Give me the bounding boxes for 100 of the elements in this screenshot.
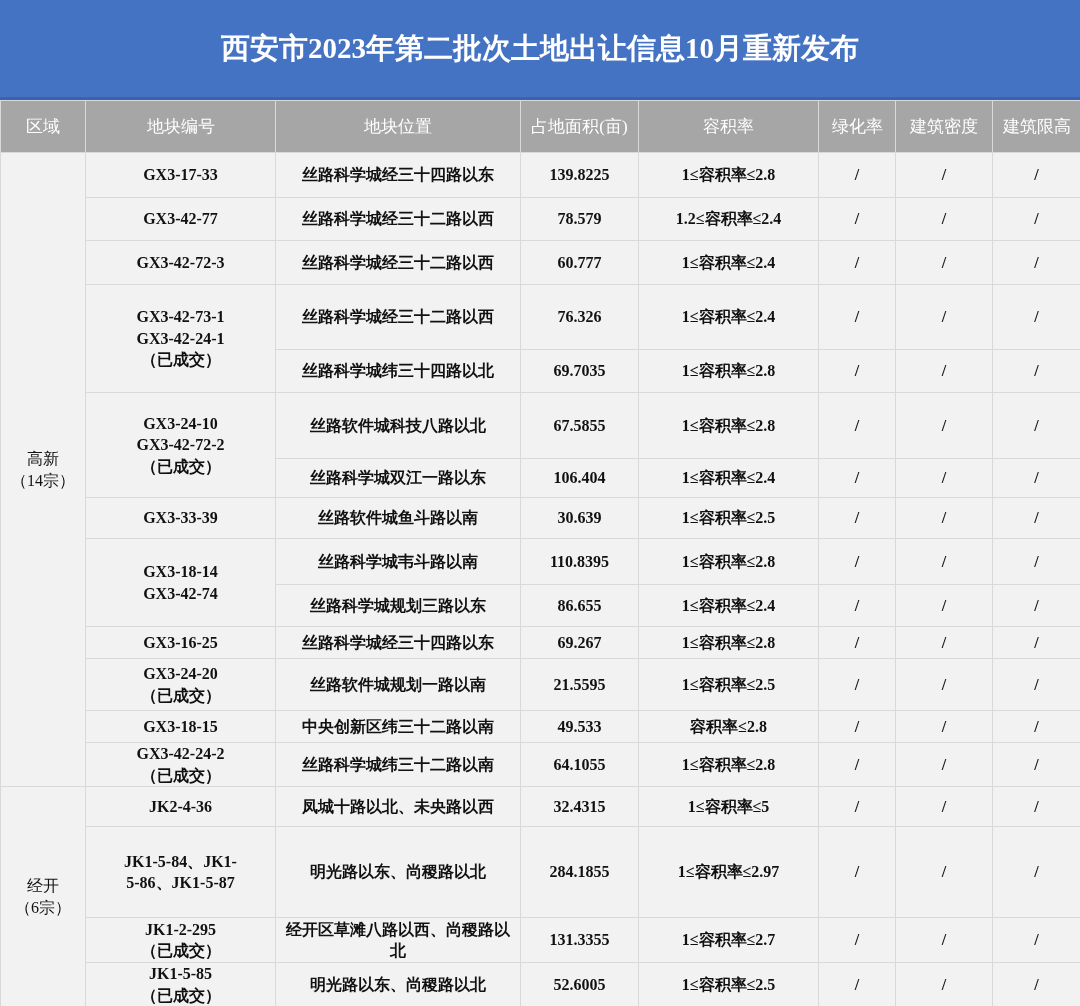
region-name: 高新	[26, 449, 60, 469]
table-cell: /	[818, 197, 896, 241]
table-cell: 中央创新区纬三十二路以南	[275, 710, 521, 743]
table-cell: 丝路科学城双江一路以东	[275, 458, 521, 498]
table-cell: /	[895, 152, 993, 198]
table-cell: /	[895, 284, 993, 350]
table-cell: 78.579	[520, 197, 639, 241]
table-cell: JK1-5-85 （已成交）	[85, 962, 276, 1006]
table-cell: /	[895, 710, 993, 743]
table-title: 西安市2023年第二批次土地出让信息10月重新发布	[221, 30, 859, 66]
table-cell: 丝路科学城经三十二路以西	[275, 240, 521, 285]
table-cell: 32.4315	[520, 786, 639, 827]
table-cell: GX3-42-77	[85, 197, 276, 241]
column-header: 地块位置	[275, 100, 521, 153]
table-cell: /	[818, 658, 896, 711]
table-cell: /	[992, 197, 1080, 241]
table-cell: /	[992, 497, 1080, 539]
table-cell: /	[895, 917, 993, 963]
table-cell: /	[818, 742, 896, 787]
parcel-count: （14宗）	[10, 470, 76, 491]
table-cell: 丝路软件城科技八路以北	[275, 392, 521, 459]
table-cell: 284.1855	[520, 826, 639, 918]
table-cell: /	[992, 152, 1080, 198]
table-cell: 明光路以东、尚稷路以北	[275, 962, 521, 1006]
table-cell: /	[818, 349, 896, 393]
table-cell: GX3-17-33	[85, 152, 276, 198]
table-cell: /	[992, 584, 1080, 627]
table-cell: /	[818, 458, 896, 498]
table-cell: JK1-2-295 （已成交）	[85, 917, 276, 963]
table-cell: 1≤容积率≤2.8	[638, 392, 819, 459]
table-cell: /	[895, 626, 993, 659]
table-cell: 131.3355	[520, 917, 639, 963]
table-cell: /	[895, 538, 993, 585]
table-cell: 1≤容积率≤2.8	[638, 152, 819, 198]
table-cell: /	[818, 826, 896, 918]
table-cell: 106.404	[520, 458, 639, 498]
table-cell: /	[895, 962, 993, 1006]
table-cell: 丝路科学城纬三十二路以南	[275, 742, 521, 787]
column-header: 地块编号	[85, 100, 276, 153]
table-cell: GX3-18-14 GX3-42-74	[85, 538, 276, 627]
table-cell: 60.777	[520, 240, 639, 285]
table-cell: /	[895, 826, 993, 918]
table-cell: 1≤容积率≤2.4	[638, 584, 819, 627]
table-cell: /	[818, 240, 896, 285]
table-cell: /	[818, 284, 896, 350]
table-cell: 1≤容积率≤2.8	[638, 626, 819, 659]
table-cell: JK1-5-84、JK1- 5-86、JK1-5-87	[85, 826, 276, 918]
table-cell: 丝路科学城纬三十四路以北	[275, 349, 521, 393]
table-cell: /	[895, 658, 993, 711]
table-cell: 1≤容积率≤2.4	[638, 240, 819, 285]
table-cell: /	[818, 917, 896, 963]
table-cell: /	[818, 538, 896, 585]
table-cell: 丝路软件城规划一路以南	[275, 658, 521, 711]
table-cell: 110.8395	[520, 538, 639, 585]
table-cell: 49.533	[520, 710, 639, 743]
table-cell: 凤城十路以北、未央路以西	[275, 786, 521, 827]
table-cell: /	[992, 240, 1080, 285]
table-cell: 21.5595	[520, 658, 639, 711]
table-cell: /	[992, 349, 1080, 393]
table-cell: GX3-42-24-2 （已成交）	[85, 742, 276, 787]
table-cell: /	[992, 826, 1080, 918]
table-cell: 1≤容积率≤2.4	[638, 284, 819, 350]
table-cell: /	[818, 962, 896, 1006]
column-header: 占地面积(亩)	[520, 100, 639, 153]
table-cell: GX3-24-10 GX3-42-72-2 （已成交）	[85, 392, 276, 498]
table-cell: 52.6005	[520, 962, 639, 1006]
table-cell: 1≤容积率≤2.97	[638, 826, 819, 918]
column-header: 区域	[0, 100, 86, 153]
table-cell: 67.5855	[520, 392, 639, 459]
table-cell: /	[895, 458, 993, 498]
table-cell: 1≤容积率≤2.8	[638, 349, 819, 393]
table-cell: 69.267	[520, 626, 639, 659]
table-cell: 69.7035	[520, 349, 639, 393]
table-cell: 1≤容积率≤5	[638, 786, 819, 827]
table-cell: /	[992, 658, 1080, 711]
table-cell: 1≤容积率≤2.5	[638, 658, 819, 711]
table-cell: 丝路科学城规划三路以东	[275, 584, 521, 627]
table-cell: /	[992, 962, 1080, 1006]
table-cell: 容积率≤2.8	[638, 710, 819, 743]
table-cell: 139.8225	[520, 152, 639, 198]
column-header: 建筑密度	[895, 100, 993, 153]
table-cell: 1≤容积率≤2.7	[638, 917, 819, 963]
table-cell: 30.639	[520, 497, 639, 539]
table-cell: 丝路科学城经三十二路以西	[275, 197, 521, 241]
table-cell: GX3-42-72-3	[85, 240, 276, 285]
table-cell: GX3-24-20 （已成交）	[85, 658, 276, 711]
table-cell: /	[818, 710, 896, 743]
table-cell: /	[992, 458, 1080, 498]
table-cell: /	[895, 497, 993, 539]
table-cell: 1.2≤容积率≤2.4	[638, 197, 819, 241]
table-cell: /	[992, 710, 1080, 743]
table-cell: /	[992, 786, 1080, 827]
table-cell: /	[895, 240, 993, 285]
table-cell: /	[895, 392, 993, 459]
table-cell: /	[992, 284, 1080, 350]
table-cell: /	[818, 152, 896, 198]
table-cell: /	[818, 497, 896, 539]
table-cell: /	[895, 349, 993, 393]
table-cell: 1≤容积率≤2.8	[638, 538, 819, 585]
table-cell: 86.655	[520, 584, 639, 627]
